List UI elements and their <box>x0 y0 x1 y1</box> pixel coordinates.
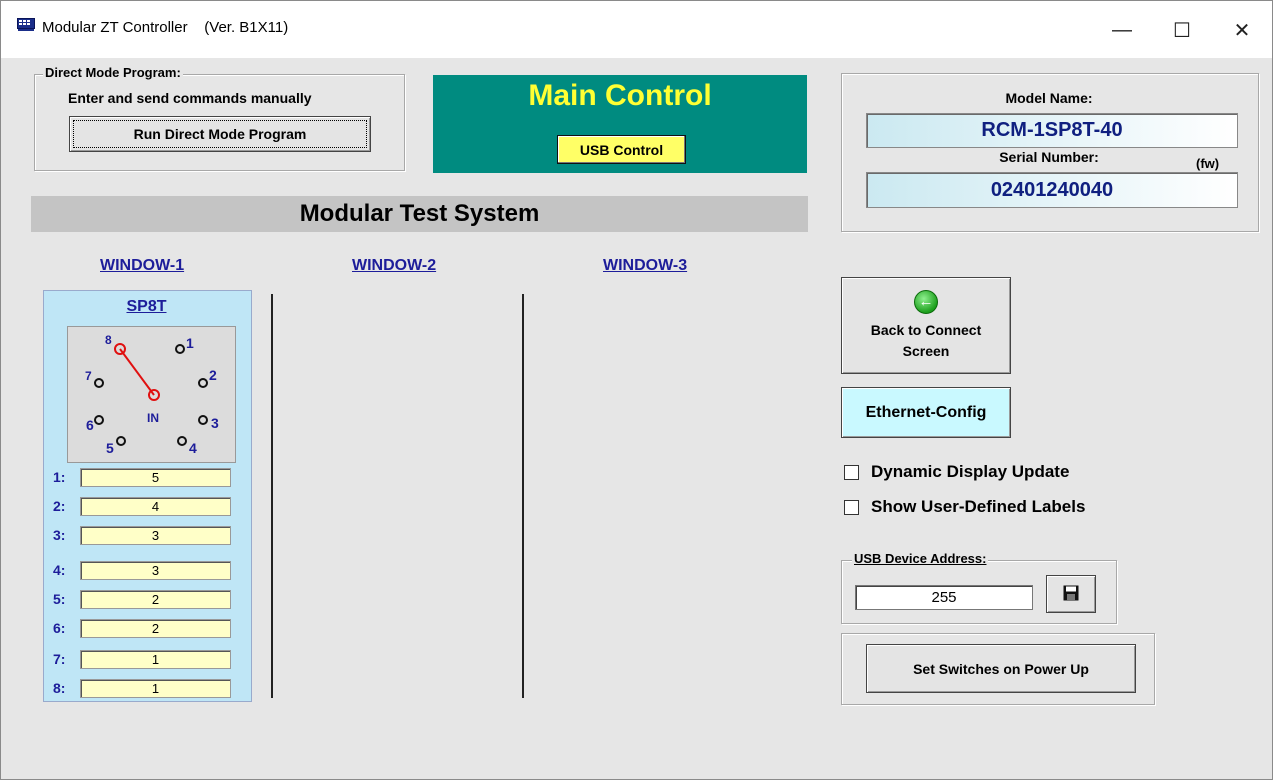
save-address-button[interactable] <box>1046 575 1096 613</box>
back-arrow-icon: ← <box>914 289 938 314</box>
port-label-4: 4 <box>189 440 197 456</box>
window-divider <box>522 294 524 698</box>
window-2-link[interactable]: WINDOW-2 <box>352 257 436 275</box>
serial-number-field: 02401240040 <box>866 172 1238 208</box>
position-field[interactable]: 2 <box>80 619 231 638</box>
switch-diagram[interactable]: 8 1 2 3 4 5 6 7 IN <box>67 326 236 463</box>
position-field[interactable]: 5 <box>80 468 231 487</box>
port-2[interactable] <box>198 378 208 388</box>
port-3[interactable] <box>198 415 208 425</box>
main-control-title: Main Control <box>528 79 712 112</box>
checkbox-box[interactable] <box>844 464 859 480</box>
port-label-8: 8 <box>105 333 112 347</box>
port-5[interactable] <box>116 436 126 446</box>
ethernet-config-button[interactable]: Ethernet-Config <box>841 387 1011 438</box>
back-to-connect-label: Back to Connect Screen <box>870 321 982 359</box>
common-port-label: IN <box>147 411 159 425</box>
port-label-1: 1 <box>186 335 194 351</box>
port-1[interactable] <box>175 344 185 354</box>
position-field[interactable]: 2 <box>80 590 231 609</box>
port-label-6: 6 <box>86 417 94 433</box>
serial-number-label: Serial Number: <box>999 149 1099 165</box>
port-7[interactable] <box>94 378 104 388</box>
position-field[interactable]: 3 <box>80 526 231 545</box>
port-label-3: 3 <box>211 415 219 431</box>
dynamic-display-update-checkbox[interactable]: Dynamic Display Update <box>844 462 1069 482</box>
checkbox-box[interactable] <box>844 499 859 515</box>
model-name-field: RCM-1SP8T-40 <box>866 113 1238 148</box>
model-name-label: Model Name: <box>1005 90 1093 106</box>
position-field[interactable]: 3 <box>80 561 231 580</box>
port-6[interactable] <box>94 415 104 425</box>
direct-mode-legend: Direct Mode Program: <box>43 65 183 80</box>
position-field[interactable]: 1 <box>80 650 231 669</box>
floppy-disk-icon <box>1063 585 1079 604</box>
usb-address-legend: USB Device Address: <box>852 551 989 566</box>
minimize-button[interactable]: — <box>1092 8 1152 52</box>
show-user-labels-checkbox[interactable]: Show User-Defined Labels <box>844 497 1085 517</box>
back-to-connect-button[interactable]: ← Back to Connect Screen <box>841 277 1011 374</box>
set-switches-power-up-button[interactable]: Set Switches on Power Up <box>866 644 1136 693</box>
window-title: Modular ZT Controller (Ver. B1X11) <box>42 19 289 36</box>
port-4[interactable] <box>177 436 187 446</box>
port-label-5: 5 <box>106 440 114 456</box>
direct-mode-description: Enter and send commands manually <box>68 90 312 106</box>
sp8t-title-link[interactable]: SP8T <box>43 298 250 316</box>
port-label-7: 7 <box>85 369 92 383</box>
checkbox-label: Show User-Defined Labels <box>871 497 1086 516</box>
checkbox-label: Dynamic Display Update <box>871 462 1070 481</box>
close-button[interactable]: ✕ <box>1212 8 1272 52</box>
position-field[interactable]: 1 <box>80 679 231 698</box>
usb-address-input[interactable]: 255 <box>855 585 1033 610</box>
window-1-link[interactable]: WINDOW-1 <box>100 257 184 275</box>
firmware-label: (fw) <box>1196 156 1220 171</box>
modular-test-system-banner: Modular Test System <box>31 196 808 232</box>
position-field[interactable]: 4 <box>80 497 231 516</box>
app-monitor-icon <box>17 18 35 32</box>
port-label-2: 2 <box>209 367 217 383</box>
maximize-button[interactable]: ☐ <box>1152 8 1212 52</box>
window-3-link[interactable]: WINDOW-3 <box>603 257 687 275</box>
window-divider <box>271 294 273 698</box>
usb-control-button[interactable]: USB Control <box>557 135 686 164</box>
run-direct-mode-button[interactable]: Run Direct Mode Program <box>69 116 371 152</box>
